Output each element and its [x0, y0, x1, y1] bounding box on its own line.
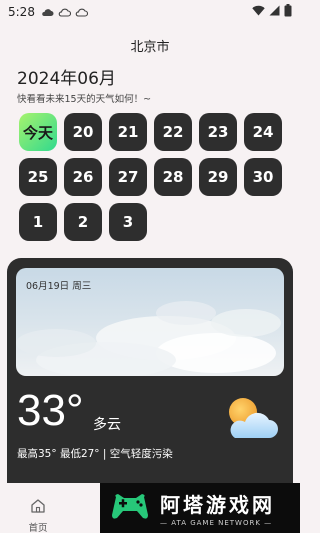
day-button[interactable]: 1: [19, 203, 57, 241]
partly-cloudy-icon: [221, 394, 281, 448]
day-button[interactable]: 22: [154, 113, 192, 151]
tab-home-label: 首页: [28, 523, 48, 533]
day-button-today[interactable]: 今天: [19, 113, 57, 151]
day-button[interactable]: 30: [244, 158, 282, 196]
day-button[interactable]: 20: [64, 113, 102, 151]
weather-condition: 多云: [93, 417, 121, 433]
tab-home[interactable]: 首页: [18, 498, 58, 533]
day-selector-grid: 今天 20 21 22 23 24 25 26 27 28 29 30 1 2 …: [19, 113, 282, 241]
day-button[interactable]: 27: [109, 158, 147, 196]
day-button[interactable]: 29: [199, 158, 237, 196]
cloud-outline-icon-2: [75, 7, 88, 17]
cloud-icon: [41, 7, 54, 17]
signal-icon: [269, 5, 280, 19]
sky-image: 06月19日 周三: [16, 268, 284, 376]
city-name: 北京市: [130, 40, 170, 55]
day-button[interactable]: 25: [19, 158, 57, 196]
watermark-banner: 阿塔游戏网 — ATA GAME NETWORK —: [100, 483, 300, 533]
battery-icon: [284, 4, 292, 20]
day-button[interactable]: 2: [64, 203, 102, 241]
day-button[interactable]: 28: [154, 158, 192, 196]
day-button[interactable]: 23: [199, 113, 237, 151]
cloud-outline-icon: [58, 7, 71, 17]
forecast-date: 06月19日 周三: [26, 281, 92, 292]
day-button[interactable]: 26: [64, 158, 102, 196]
current-temperature: 33°: [17, 386, 84, 435]
day-button[interactable]: 24: [244, 113, 282, 151]
day-button[interactable]: 3: [109, 203, 147, 241]
watermark-en: — ATA GAME NETWORK —: [160, 519, 273, 527]
status-bar: 5:28: [0, 0, 300, 24]
weather-details: 最高35° 最低27° | 空气轻度污染: [17, 448, 173, 460]
home-icon: [30, 498, 46, 518]
month-title: 2024年06月: [17, 69, 116, 89]
wifi-icon: [252, 5, 265, 19]
gamepad-logo-icon: [110, 489, 150, 527]
day-button[interactable]: 21: [109, 113, 147, 151]
watermark-cn: 阿塔游戏网: [160, 493, 275, 517]
status-time: 5:28: [8, 5, 35, 19]
forecast-subtitle: 快看看未来15天的天气如何！~: [17, 94, 152, 105]
